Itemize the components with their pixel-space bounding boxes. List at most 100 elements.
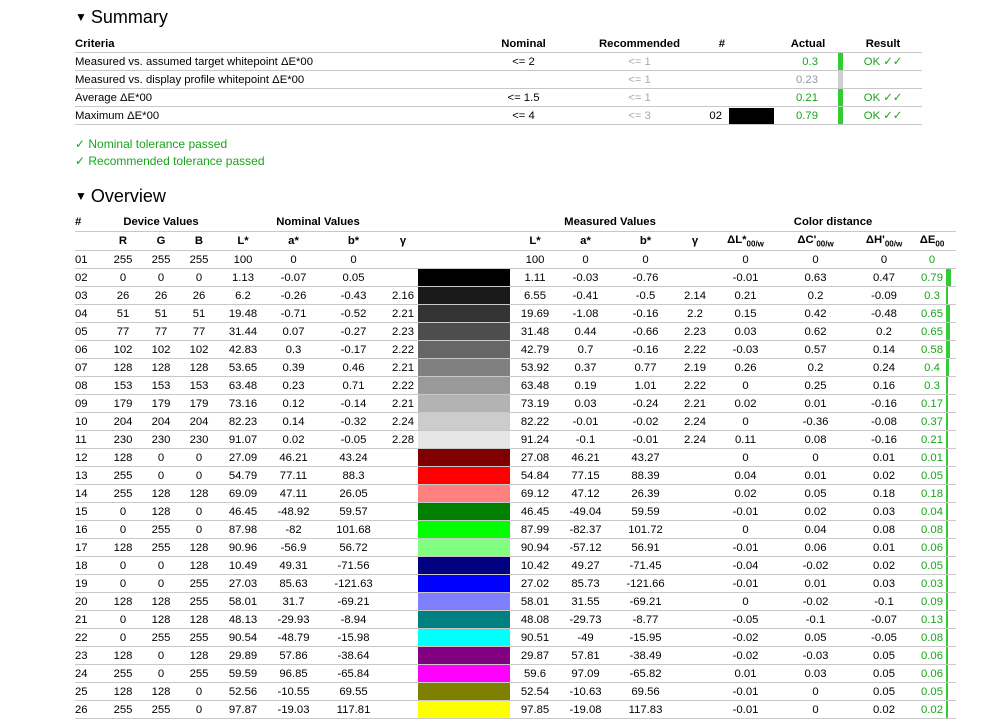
measured-gamma-cell	[680, 448, 711, 467]
delta-h-cell: -0.1	[850, 592, 919, 611]
device-g-cell: 0	[142, 268, 180, 287]
delta-e-cell: 0.04	[918, 502, 947, 521]
result-cell	[844, 70, 922, 89]
measured-l-cell: 6.55	[510, 286, 561, 305]
measured-swatch-cell	[464, 520, 511, 539]
nominal-gamma-cell: 2.21	[388, 358, 419, 377]
delta-e-bar	[946, 323, 951, 340]
measured-l-cell: 48.08	[510, 610, 561, 629]
measured-b-cell: 101.72	[611, 520, 681, 539]
measured-gamma-cell	[680, 538, 711, 557]
measured-a-cell: 0.44	[560, 322, 612, 341]
device-r-cell: 128	[104, 538, 142, 557]
measured-l-cell: 54.84	[510, 466, 561, 485]
nominal-gamma-cell	[388, 700, 419, 719]
nominal-l-cell: 97.87	[218, 700, 268, 719]
nominal-swatch-cell	[418, 394, 465, 413]
delta-e-bar	[946, 647, 949, 664]
delta-e-bar	[946, 269, 952, 286]
header-nominal-b: b*	[319, 231, 388, 251]
header-measured-b: b*	[611, 231, 681, 251]
device-b-cell: 0	[180, 502, 218, 521]
result-bar	[838, 71, 843, 88]
summary-title: Summary	[90, 7, 168, 27]
nominal-swatch-cell	[418, 322, 465, 341]
device-b-cell: 102	[180, 340, 218, 359]
measured-swatch-cell	[464, 448, 511, 467]
delta-l-cell: -0.05	[710, 610, 782, 629]
measured-gamma-cell	[680, 664, 711, 683]
measured-color-swatch	[464, 449, 511, 466]
overview-row: 22 0 255 255 90.54 -48.79 -15.98 90.51 -49 -15.95…	[75, 628, 957, 647]
nominal-gamma-cell	[388, 610, 419, 629]
measured-swatch-cell	[464, 394, 511, 413]
device-r-cell: 128	[104, 358, 142, 377]
nominal-color-swatch	[418, 449, 465, 466]
patch-id-cell	[697, 70, 729, 89]
header-nominal-l: L*	[218, 231, 268, 251]
delta-e-bar-cell	[946, 286, 957, 305]
delta-l-cell: 0	[710, 250, 782, 269]
patch-id-cell: 26	[75, 700, 104, 719]
collapse-triangle-icon[interactable]: ▼	[75, 185, 87, 207]
recommended-cell: <= 1	[582, 88, 697, 107]
measured-gamma-cell	[680, 466, 711, 485]
device-r-cell: 255	[104, 700, 142, 719]
measured-color-swatch	[464, 593, 511, 610]
delta-h-cell: 0.02	[850, 700, 919, 719]
measured-l-cell: 97.85	[510, 700, 561, 719]
summary-header-row: Criteria Nominal Recommended # Actual Re…	[75, 35, 922, 53]
nominal-a-cell: 0.23	[268, 376, 319, 395]
measured-a-cell: -19.08	[560, 700, 612, 719]
nominal-b-cell: -0.27	[319, 322, 388, 341]
nominal-color-swatch	[418, 377, 465, 394]
delta-c-cell: 0.01	[781, 394, 851, 413]
delta-l-cell: -0.01	[710, 682, 782, 701]
delta-e-bar-cell	[946, 250, 957, 269]
nominal-cell: <= 1.5	[465, 88, 582, 107]
actual-cell: 0.3	[778, 52, 838, 71]
overview-heading[interactable]: ▼ Overview	[75, 185, 166, 207]
nominal-swatch-cell	[418, 304, 465, 323]
delta-h-cell: -0.16	[850, 430, 919, 449]
measured-color-swatch	[464, 665, 511, 682]
delta-e-cell: 0.65	[918, 304, 947, 323]
overview-row: 09 179 179 179 73.16 0.12 -0.14 2.21 73.19 0.03 -0…	[75, 394, 957, 413]
measured-gamma-cell	[680, 682, 711, 701]
device-r-cell: 0	[104, 610, 142, 629]
device-g-cell: 77	[142, 322, 180, 341]
nominal-gamma-cell	[388, 646, 419, 665]
header-device-values: Device Values	[104, 213, 218, 232]
delta-c-cell: -0.02	[781, 556, 851, 575]
measured-l-cell: 87.99	[510, 520, 561, 539]
nominal-swatch-cell	[418, 700, 465, 719]
overview-row: 11 230 230 230 91.07 0.02 -0.05 2.28 91.24 -0.1 -0…	[75, 430, 957, 449]
delta-e-cell: 0.3	[918, 286, 947, 305]
nominal-color-swatch	[418, 485, 465, 502]
delta-c-cell: -0.36	[781, 412, 851, 431]
delta-h-cell: 0.2	[850, 322, 919, 341]
delta-e-bar-cell	[946, 700, 957, 719]
delta-e-bar-cell	[946, 556, 957, 575]
nominal-gamma-cell	[388, 268, 419, 287]
delta-e-bar-cell	[946, 340, 957, 359]
delta-l-cell: -0.01	[710, 700, 782, 719]
nominal-a-cell: 46.21	[268, 448, 319, 467]
measured-b-cell: 117.83	[611, 700, 681, 719]
overview-group-header-row: # Device Values Nominal Values Measured …	[75, 213, 957, 232]
nominal-gamma-cell	[388, 502, 419, 521]
measured-swatch-cell	[464, 268, 511, 287]
delta-e-bar-cell	[946, 664, 957, 683]
actual-cell: 0.79	[778, 106, 838, 125]
measured-swatch-cell	[464, 250, 511, 269]
criteria-cell: Maximum ΔE*00	[75, 106, 465, 125]
delta-e-cell: 0.21	[918, 430, 947, 449]
summary-heading[interactable]: ▼ Summary	[75, 6, 168, 28]
summary-row: Average ΔE*00 <= 1.5 <= 1 0.21 OK ✓✓	[75, 88, 922, 107]
delta-c-cell: 0.01	[781, 574, 851, 593]
collapse-triangle-icon[interactable]: ▼	[75, 6, 87, 28]
measured-color-swatch	[464, 539, 511, 556]
measured-gamma-cell: 2.23	[680, 322, 711, 341]
header-measured-l: L*	[510, 231, 561, 251]
measured-gamma-cell	[680, 592, 711, 611]
